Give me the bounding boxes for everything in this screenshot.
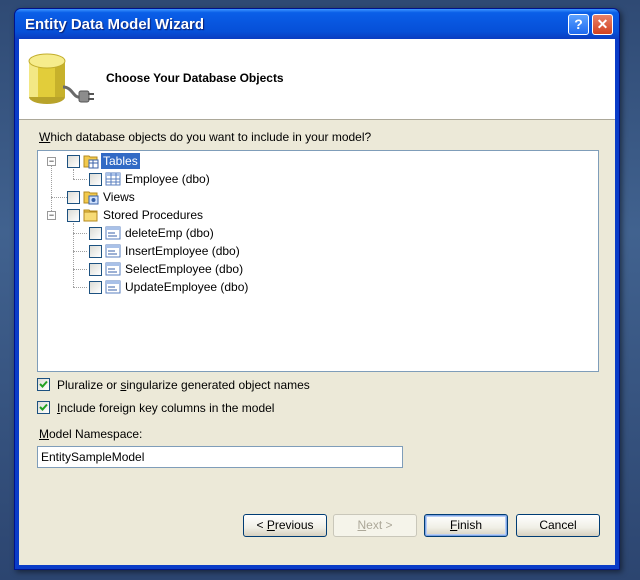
close-button[interactable]: ✕ — [592, 14, 613, 35]
employee-checkbox[interactable] — [89, 173, 102, 186]
foreign-keys-checkbox[interactable] — [37, 401, 50, 414]
finish-button[interactable]: Finish — [424, 514, 508, 537]
stored-procedure-icon — [105, 244, 121, 258]
button-text: inish — [457, 518, 483, 532]
button-text: revious — [274, 518, 314, 532]
foreign-keys-option[interactable]: Include foreign key columns in the model — [37, 400, 357, 416]
title-bar[interactable]: Entity Data Model Wizard ? ✕ — [15, 9, 619, 39]
table-icon — [105, 172, 121, 186]
stored-procedure-icon — [105, 280, 121, 294]
stored-procedures-label[interactable]: Stored Procedures — [101, 207, 205, 223]
checkmark-icon — [39, 403, 48, 411]
foreign-keys-label: Include foreign key columns in the model — [57, 401, 274, 415]
button-text: < — [256, 518, 267, 532]
dialog-body: Choose Your Database Objects Which datab… — [19, 39, 615, 565]
collapse-icon[interactable]: − — [47, 211, 56, 220]
label-part: odel Namespace: — [49, 427, 143, 441]
views-label[interactable]: Views — [101, 189, 137, 205]
tree-node-procedure[interactable]: UpdateEmployee (dbo) — [38, 278, 298, 296]
stored-procedure-icon — [105, 262, 121, 276]
tree-node-tables[interactable]: − Tables — [38, 152, 238, 170]
accelerator-key: N — [357, 518, 367, 532]
objects-prompt-label: Which database objects do you want to in… — [39, 130, 371, 144]
procedure-label[interactable]: deleteEmp (dbo) — [123, 225, 216, 241]
label-part: ingularize generated object names — [126, 378, 310, 392]
tree-node-procedure[interactable]: deleteEmp (dbo) — [38, 224, 298, 242]
prompt-text: hich database objects do you want to inc… — [50, 130, 372, 144]
desktop-background: Entity Data Model Wizard ? ✕ Choose Your… — [0, 0, 640, 580]
procedure-checkbox[interactable] — [89, 245, 102, 258]
procedure-checkbox[interactable] — [89, 227, 102, 240]
pluralize-checkbox[interactable] — [37, 378, 50, 391]
wizard-header: Choose Your Database Objects — [19, 39, 615, 120]
procedure-label[interactable]: UpdateEmployee (dbo) — [123, 279, 250, 295]
model-namespace-label: Model Namespace: — [39, 427, 142, 441]
collapse-icon[interactable]: − — [47, 157, 56, 166]
accelerator-key: M — [39, 427, 49, 441]
cancel-button[interactable]: Cancel — [516, 514, 600, 537]
views-checkbox[interactable] — [67, 191, 80, 204]
accelerator-key: W — [39, 130, 51, 144]
employee-label[interactable]: Employee (dbo) — [123, 171, 212, 187]
procedure-checkbox[interactable] — [89, 281, 102, 294]
procedure-label[interactable]: SelectEmployee (dbo) — [123, 261, 245, 277]
wizard-window: Entity Data Model Wizard ? ✕ Choose Your… — [14, 8, 620, 570]
database-connection-icon — [28, 53, 94, 104]
tree-node-stored-procedures[interactable]: − Stored Procedures — [38, 206, 258, 224]
tables-checkbox[interactable] — [67, 155, 80, 168]
window-title: Entity Data Model Wizard — [25, 16, 205, 33]
procedure-label[interactable]: InsertEmployee (dbo) — [123, 243, 242, 259]
page-title: Choose Your Database Objects — [106, 71, 284, 85]
accelerator-key: P — [266, 518, 275, 532]
stored-procedures-checkbox[interactable] — [67, 209, 80, 222]
procedure-checkbox[interactable] — [89, 263, 102, 276]
label-part: nclude foreign key columns in the model — [60, 401, 275, 415]
tables-label[interactable]: Tables — [101, 153, 140, 169]
pluralize-label: Pluralize or singularize generated objec… — [57, 378, 310, 392]
views-folder-icon — [83, 191, 99, 205]
database-objects-tree[interactable]: − Tables Employee (dbo) Views − Stored P… — [37, 150, 599, 372]
pluralize-option[interactable]: Pluralize or singularize generated objec… — [37, 377, 357, 393]
checkmark-icon — [39, 380, 48, 388]
tree-node-views[interactable]: Views — [38, 188, 238, 206]
model-namespace-input[interactable] — [37, 446, 403, 468]
tree-node-employee[interactable]: Employee (dbo) — [38, 170, 298, 188]
previous-button[interactable]: < Previous — [243, 514, 327, 537]
tree-node-procedure[interactable]: SelectEmployee (dbo) — [38, 260, 298, 278]
tree-node-procedure[interactable]: InsertEmployee (dbo) — [38, 242, 298, 260]
label-part: Pluralize or — [57, 378, 121, 392]
next-button[interactable]: Next > — [333, 514, 417, 537]
button-text: ext > — [366, 518, 393, 532]
stored-procedure-icon — [105, 226, 121, 240]
procedures-folder-icon — [83, 209, 98, 222]
tables-folder-icon — [83, 155, 99, 169]
help-button[interactable]: ? — [568, 14, 589, 35]
